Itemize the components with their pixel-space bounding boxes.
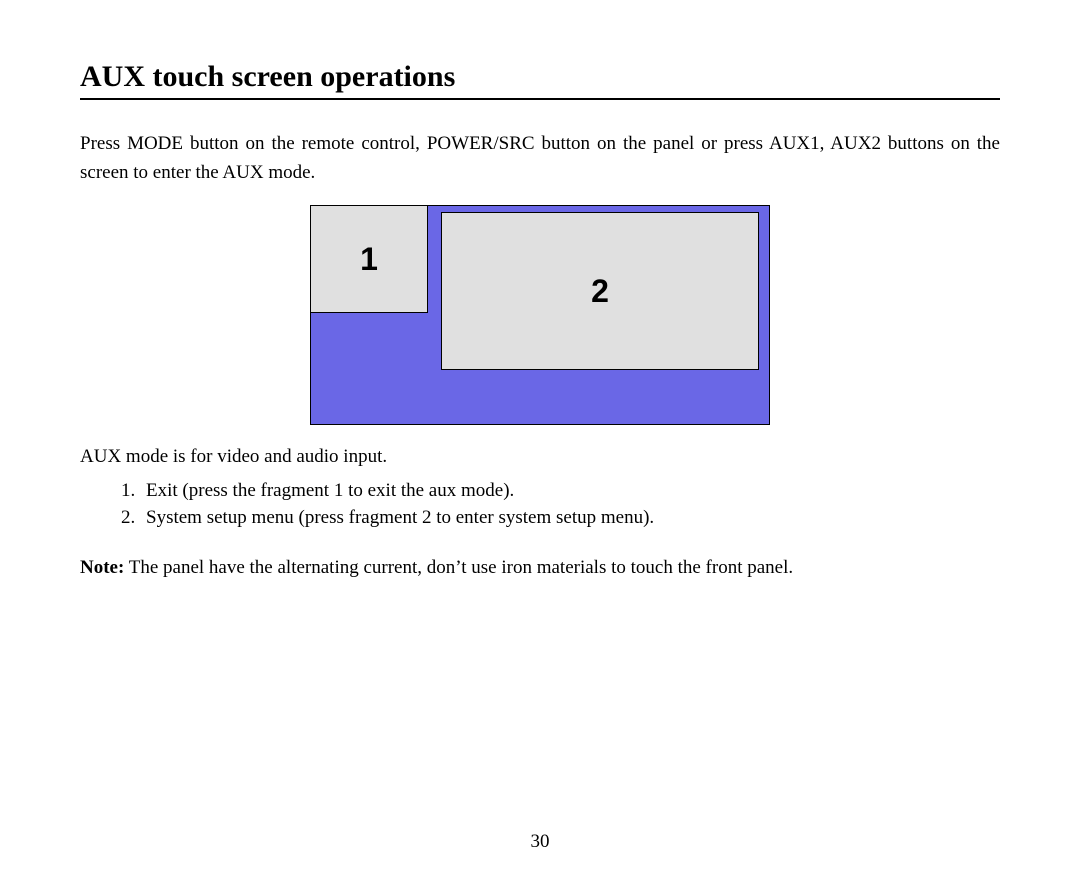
figure-container: 1 2 bbox=[80, 205, 1000, 425]
note-label: Note: bbox=[80, 557, 124, 578]
steps-list: Exit (press the fragment 1 to exit the a… bbox=[80, 477, 1000, 532]
body-paragraph: AUX mode is for video and audio input. bbox=[80, 443, 1000, 471]
note-text: The panel have the alternating current, … bbox=[124, 557, 793, 578]
touchscreen-figure: 1 2 bbox=[310, 205, 770, 425]
note-paragraph: Note: The panel have the alternating cur… bbox=[80, 554, 1000, 583]
step-item: System setup menu (press fragment 2 to e… bbox=[140, 504, 1000, 532]
step-item: Exit (press the fragment 1 to exit the a… bbox=[140, 477, 1000, 505]
fragment-1-region: 1 bbox=[310, 205, 428, 313]
page-title: AUX touch screen operations bbox=[80, 60, 1000, 94]
fragment-2-label: 2 bbox=[591, 273, 609, 310]
fragment-1-label: 1 bbox=[360, 241, 378, 278]
page-number: 30 bbox=[0, 831, 1080, 853]
intro-paragraph: Press MODE button on the remote control,… bbox=[80, 130, 1000, 187]
fragment-2-region: 2 bbox=[441, 212, 759, 370]
page: AUX touch screen operations Press MODE b… bbox=[0, 0, 1080, 883]
title-rule bbox=[80, 98, 1000, 100]
